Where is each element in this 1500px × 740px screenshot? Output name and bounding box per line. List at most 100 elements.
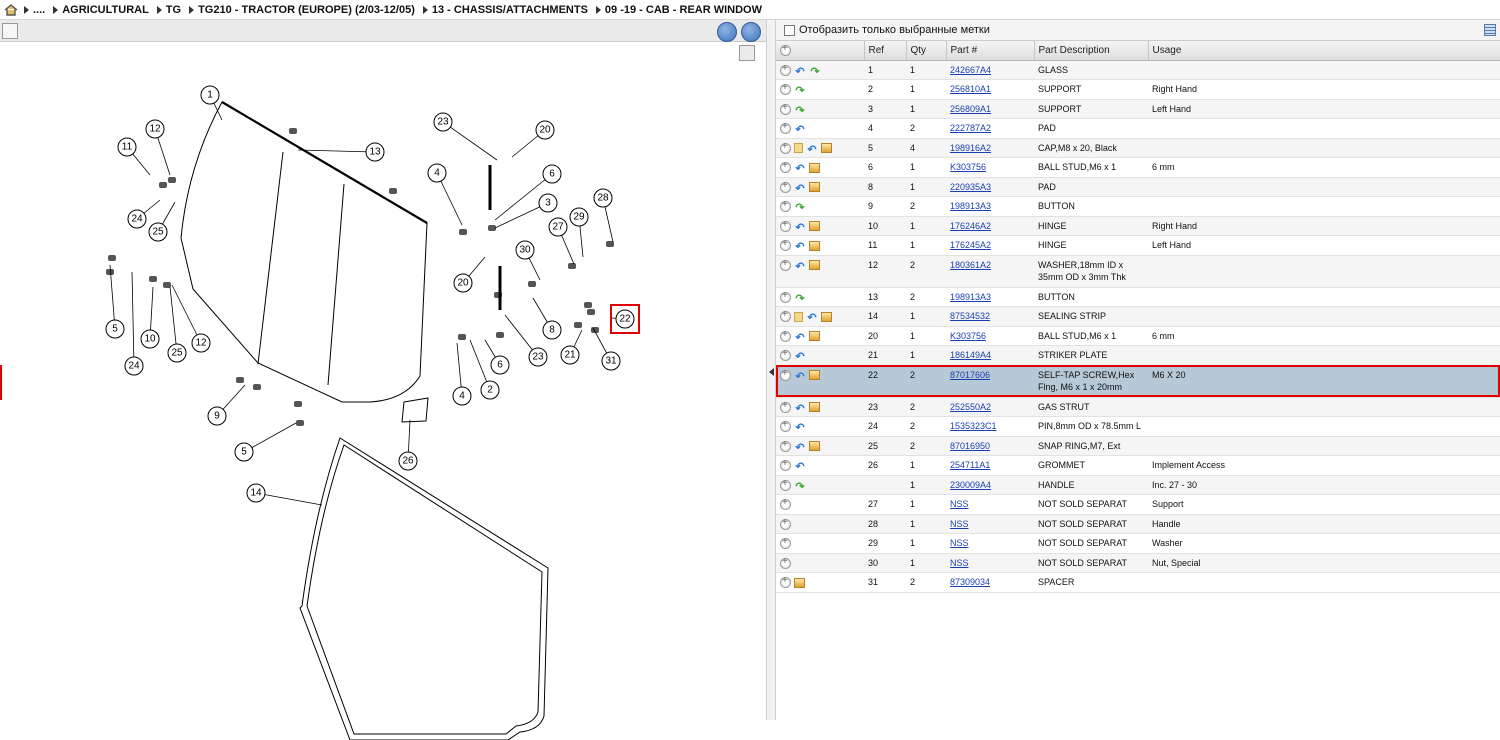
replacement-icon[interactable]: ↶	[794, 460, 806, 473]
add-to-cart-icon[interactable]	[780, 439, 791, 452]
part-number-link[interactable]: 87016950	[950, 441, 990, 451]
add-to-cart-icon[interactable]	[780, 180, 791, 193]
table-row[interactable]: 30 1 NSS NOT SOLD SEPARAT Nut, Special	[776, 553, 1500, 573]
kit-arrow-icon[interactable]: ↷	[794, 104, 806, 117]
breadcrumb-item[interactable]: TG	[156, 4, 181, 16]
table-row[interactable]: ↶111176245A2HINGELeft Hand	[776, 236, 1500, 255]
table-row[interactable]: ↷ 1 230009A4 HANDLE Inc. 27 - 30	[776, 475, 1500, 495]
part-number-link[interactable]: 176246A2	[950, 221, 991, 231]
grid-settings-icon[interactable]	[1484, 24, 1496, 36]
table-row[interactable]: ↶ 20 1 K303756 BALL STUD,M6 x 1 6 mm	[776, 326, 1500, 346]
package-icon[interactable]	[809, 370, 820, 381]
part-number-link[interactable]: K303756	[950, 162, 986, 172]
add-to-cart-icon[interactable]	[780, 121, 791, 135]
kit-arrow-icon[interactable]: ↷	[809, 65, 821, 78]
add-to-cart-icon[interactable]	[780, 199, 791, 213]
breadcrumb-item[interactable]: AGRICULTURAL	[53, 4, 149, 16]
add-to-cart-icon[interactable]	[780, 219, 791, 232]
add-to-cart-icon[interactable]	[780, 419, 791, 433]
package-icon[interactable]	[809, 441, 820, 452]
replacement-icon[interactable]: ↶	[794, 331, 806, 344]
add-to-cart-icon[interactable]	[780, 536, 791, 550]
breadcrumb-item[interactable]: ....	[24, 4, 45, 16]
add-to-cart-icon[interactable]	[780, 329, 791, 342]
previous-page-button[interactable]	[717, 22, 737, 42]
package-icon[interactable]	[794, 577, 805, 588]
replacement-icon[interactable]: ↶	[794, 162, 806, 175]
next-page-button[interactable]	[741, 22, 761, 42]
part-number-link[interactable]: 222787A2	[950, 123, 991, 133]
part-number-link[interactable]: 186149A4	[950, 350, 991, 360]
part-number-link[interactable]: NSS	[950, 558, 969, 568]
table-row[interactable]: ↷ 9 2 198913A3 BUTTON	[776, 197, 1500, 216]
kit-arrow-icon[interactable]: ↷	[794, 84, 806, 97]
note-icon[interactable]	[794, 311, 803, 322]
home-icon[interactable]	[4, 3, 18, 16]
part-number-link[interactable]: 242667A4	[950, 65, 991, 75]
table-row[interactable]: 28 1 NSS NOT SOLD SEPARAT Handle	[776, 514, 1500, 534]
add-to-cart-icon[interactable]	[780, 556, 791, 569]
kit-arrow-icon[interactable]: ↷	[794, 480, 806, 493]
expand-panel-button[interactable]	[2, 23, 18, 39]
col-part-number[interactable]: Part #	[946, 41, 1035, 61]
part-number-link[interactable]: 220935A3	[950, 182, 991, 192]
add-to-cart-icon[interactable]	[780, 497, 791, 511]
package-icon[interactable]	[809, 331, 820, 342]
table-row[interactable]: ↶ 14 1 87534532 SEALING STRIP	[776, 306, 1500, 326]
add-to-cart-icon[interactable]	[780, 309, 791, 323]
table-row[interactable]: ↶ 23 2 252550A2 GAS STRUT	[776, 397, 1500, 417]
add-to-cart-icon[interactable]	[780, 258, 791, 271]
part-number-link[interactable]: 256810A1	[950, 84, 991, 94]
table-row[interactable]: 29 1 NSS NOT SOLD SEPARAT Washer	[776, 534, 1500, 553]
part-number-link[interactable]: 176245A2	[950, 240, 991, 250]
part-number-link[interactable]: NSS	[950, 538, 969, 548]
collapse-arrow-icon[interactable]	[769, 368, 774, 376]
add-to-cart-icon[interactable]	[780, 290, 791, 303]
part-number-link[interactable]: 87309034	[950, 577, 990, 587]
add-to-cart-icon[interactable]	[780, 400, 791, 413]
table-row[interactable]: ↶ 6 1 K303756 BALL STUD,M6 x 1 6 mm	[776, 158, 1500, 177]
add-to-cart-icon[interactable]	[780, 102, 791, 115]
table-row[interactable]: 31 2 87309034 SPACER	[776, 573, 1500, 592]
part-number-link[interactable]: 180361A2	[950, 260, 991, 270]
show-selected-only-checkbox[interactable]	[784, 24, 795, 36]
part-number-link[interactable]: 87017606	[950, 370, 990, 380]
col-usage[interactable]: Usage	[1148, 41, 1500, 61]
table-row[interactable]: ↶ 12 2 180361A2 WASHER,18mm ID x 35mm OD x 3…	[776, 255, 1500, 287]
col-part-description[interactable]: Part Description	[1034, 41, 1149, 61]
replacement-icon[interactable]: ↶	[794, 402, 806, 415]
package-icon[interactable]	[809, 402, 820, 413]
replacement-icon[interactable]: ↶	[806, 143, 818, 156]
part-number-link[interactable]: 252550A2	[950, 402, 991, 412]
part-number-link[interactable]: 198916A2	[950, 143, 991, 153]
table-row[interactable]: ↶ 4 2 222787A2 PAD	[776, 119, 1500, 138]
replacement-icon[interactable]: ↶	[794, 123, 806, 136]
add-to-cart-icon[interactable]	[780, 63, 791, 76]
package-icon[interactable]	[809, 240, 820, 251]
part-number-link[interactable]: 254711A1	[950, 460, 990, 470]
add-to-cart-icon[interactable]	[780, 478, 791, 491]
exploded-parts-diagram[interactable]: 11211 13232024254 63 2829273022208213123624…	[0, 40, 766, 740]
part-number-link[interactable]: NSS	[950, 519, 969, 529]
table-row[interactable]: ↶ 25 2 87016950 SNAP RING,M7, Ext	[776, 436, 1500, 456]
add-to-cart-icon[interactable]	[780, 368, 791, 381]
table-row[interactable]: ↶ 5 4 198916A2 CAP,M8 x 20, Black	[776, 138, 1500, 158]
table-row[interactable]: ↶22287017606SELF-TAP SCREW,Hex Flng, M6 …	[776, 365, 1500, 397]
kit-arrow-icon[interactable]: ↷	[794, 292, 806, 305]
table-row[interactable]: ↶ 21 1 186149A4 STRIKER PLATE	[776, 345, 1500, 365]
replacement-icon[interactable]: ↶	[794, 350, 806, 363]
add-to-cart-icon[interactable]	[780, 458, 791, 472]
table-row[interactable]: ↷ 3 1 256809A1 SUPPORT Left Hand	[776, 99, 1500, 119]
package-icon[interactable]	[809, 260, 820, 271]
add-to-cart-icon[interactable]	[780, 141, 791, 154]
replacement-icon[interactable]: ↶	[794, 240, 806, 253]
col-qty[interactable]: Qty	[906, 41, 947, 61]
replacement-icon[interactable]: ↶	[794, 370, 806, 383]
table-row[interactable]: ↷ 2 1 256810A1 SUPPORT Right Hand	[776, 80, 1500, 99]
table-row[interactable]: 27 1 NSS NOT SOLD SEPARAT Support	[776, 495, 1500, 514]
note-icon[interactable]	[794, 143, 803, 154]
col-ref[interactable]: Ref	[864, 41, 907, 61]
part-number-link[interactable]: K303756	[950, 331, 986, 341]
part-number-link[interactable]: 198913A3	[950, 292, 991, 302]
package-icon[interactable]	[809, 221, 820, 232]
